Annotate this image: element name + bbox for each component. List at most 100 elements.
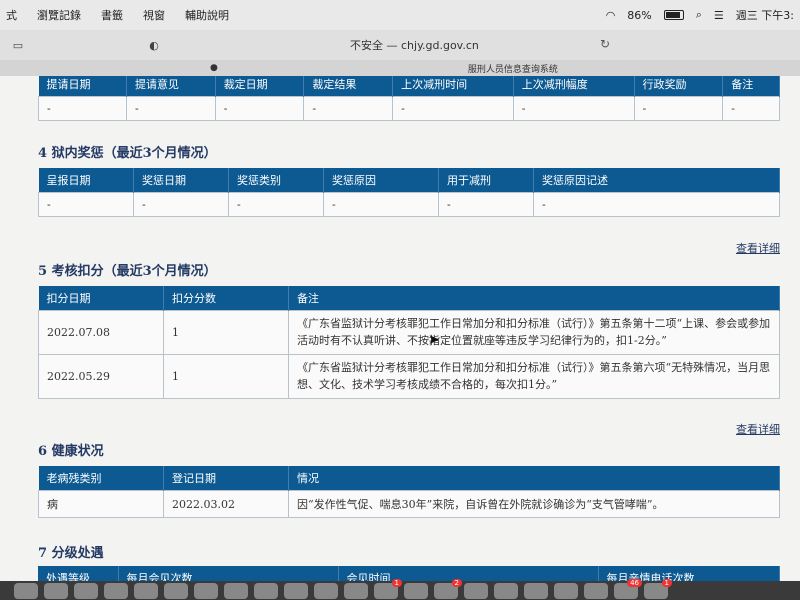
dock-app-icon[interactable]: [284, 582, 308, 599]
dock-app-icon[interactable]: [254, 582, 278, 599]
table-cell: -: [633, 96, 724, 121]
dock-app-icon[interactable]: [314, 582, 338, 599]
table-cell: -: [323, 192, 439, 217]
address-bar[interactable]: 不安全 — chjy.gd.gov.cn: [350, 37, 479, 53]
table-cell: -: [228, 192, 324, 217]
col-header: 登记日期: [163, 466, 289, 491]
notification-badge: 2: [451, 578, 462, 587]
dock-app-icon[interactable]: [14, 582, 38, 599]
clock[interactable]: 週三 下午3:: [736, 7, 794, 23]
table-cell: -: [512, 96, 635, 121]
menu-item-window[interactable]: 視窗: [143, 7, 165, 23]
dock-app-icon[interactable]: [494, 582, 518, 599]
col-header: 裁定结果: [303, 76, 394, 97]
notification-badge: 1: [391, 578, 402, 587]
table-row: 病 2022.03.02 因“发作性气促、喘息30年”来院，自诉曾在外院就诊确诊…: [38, 490, 780, 518]
section-title-rewards: 4 狱内奖惩（最近3个月情况）: [38, 146, 217, 161]
dock-app-icon[interactable]: [464, 582, 488, 599]
dock-app-icon[interactable]: [224, 582, 248, 599]
control-center-icon[interactable]: ☰: [714, 9, 724, 22]
table-rewards: 呈报日期 奖惩日期 奖惩类别 奖惩原因 用于减刑 奖惩原因记述 - - - - …: [38, 168, 780, 217]
table-cell: 因“发作性气促、喘息30年”来院，自诉曾在外院就诊确诊为“支气管哮喘”。: [288, 490, 780, 518]
table-cell: 《广东省监狱计分考核罪犯工作日常加分和扣分标准（试行）》第五条第十二项“上课、参…: [288, 310, 780, 355]
dock-app-icon[interactable]: 1: [644, 578, 672, 599]
privacy-shield-icon[interactable]: ◐: [146, 38, 162, 52]
dock-app-icon[interactable]: 46: [614, 578, 642, 599]
table-cell: -: [533, 192, 780, 217]
table-cell: 2022.05.29: [38, 354, 164, 399]
sidebar-toggle-icon[interactable]: ▭: [10, 38, 26, 52]
table-row: 2022.07.08 1 《广东省监狱计分考核罪犯工作日常加分和扣分标准（试行）…: [38, 310, 780, 355]
dock-app-icon[interactable]: [584, 582, 608, 599]
table-cell: -: [438, 192, 534, 217]
col-header: 奖惩类别: [228, 168, 324, 193]
col-header: 用于减刑: [438, 168, 534, 193]
table-header-row: 老病残类别 登记日期 情况: [38, 466, 780, 491]
status-area: ◠ 86% ⌕ ☰ 週三 下午3:: [606, 7, 794, 23]
col-header: 情况: [288, 466, 780, 491]
col-header: 奖惩原因记述: [533, 168, 780, 193]
tab-left[interactable]: ●: [210, 63, 218, 73]
menu-item-history[interactable]: 瀏覽記錄: [37, 7, 81, 23]
col-header: 会见时间: [338, 566, 599, 581]
wifi-icon[interactable]: ◠: [606, 9, 616, 22]
table-health: 老病残类别 登记日期 情况 病 2022.03.02 因“发作性气促、喘息30年…: [38, 466, 780, 518]
table-cell: -: [133, 192, 229, 217]
table-cell: -: [125, 96, 216, 121]
menu-item-bookmarks[interactable]: 書籤: [101, 7, 123, 23]
table-row: - - - - - -: [38, 192, 780, 217]
col-header: 行政奖励: [634, 76, 724, 97]
table-cell: 2022.07.08: [38, 310, 164, 355]
dock-app-icon[interactable]: 2: [434, 578, 462, 599]
dock-app-icon[interactable]: [164, 582, 188, 599]
tab-active[interactable]: 服刑人员信息查询系统: [468, 62, 558, 75]
col-header: 奖惩日期: [133, 168, 229, 193]
dock-app-icon[interactable]: [74, 582, 98, 599]
browser-toolbar: ▭ ◐ 不安全 — chjy.gd.gov.cn ↻: [0, 30, 800, 60]
page-content: 提请日期 提请意见 裁定日期 裁定结果 上次减刑时间 上次减刑幅度 行政奖励 备…: [0, 76, 800, 581]
col-header: 每月亲情电话次数: [598, 566, 780, 581]
table-header-row: 呈报日期 奖惩日期 奖惩类别 奖惩原因 用于减刑 奖惩原因记述: [38, 168, 780, 193]
col-header: 备注: [722, 76, 780, 97]
table-header-row: 扣分日期 扣分分数 备注: [38, 286, 780, 311]
dock-app-icon[interactable]: [554, 582, 578, 599]
col-header: 裁定日期: [215, 76, 305, 97]
col-header: 每月会见次数: [118, 566, 339, 581]
menu-item-format[interactable]: 式: [6, 7, 17, 23]
section-title-health: 6 健康状况: [38, 444, 104, 459]
view-details-link-rewards[interactable]: 查看详细: [736, 240, 780, 256]
table-cell: 《广东省监狱计分考核罪犯工作日常加分和扣分标准（试行）》第五条第六项“无特殊情况…: [288, 354, 780, 399]
col-header: 上次减刑幅度: [513, 76, 635, 97]
col-header: 提请意见: [126, 76, 216, 97]
col-header: 备注: [288, 286, 780, 311]
dock-app-icon[interactable]: [194, 582, 218, 599]
dock-app-icon[interactable]: [524, 582, 548, 599]
dock-app-icon[interactable]: 1: [374, 578, 402, 599]
menu-bar: 式 瀏覽記錄 書籤 視窗 輔助說明 ◠ 86% ⌕ ☰ 週三 下午3:: [0, 0, 800, 30]
dock-app-icon[interactable]: [404, 582, 428, 599]
table-cell: -: [38, 96, 127, 121]
col-header: 老病残类别: [38, 466, 164, 491]
view-details-link-deductions[interactable]: 查看详细: [736, 421, 780, 437]
search-icon[interactable]: ⌕: [696, 8, 702, 22]
table-cell: -: [303, 96, 394, 121]
col-header: 提请日期: [38, 76, 127, 97]
table-sentence-reduction: 提请日期 提请意见 裁定日期 裁定结果 上次减刑时间 上次减刑幅度 行政奖励 备…: [38, 76, 780, 121]
notification-badge: 1: [661, 578, 672, 587]
dock-app-icon[interactable]: [134, 582, 158, 599]
table-cell: -: [722, 96, 780, 121]
col-header: 奖惩原因: [323, 168, 439, 193]
table-deductions: 扣分日期 扣分分数 备注 2022.07.08 1 《广东省监狱计分考核罪犯工作…: [38, 286, 780, 399]
table-row: 2022.05.29 1 《广东省监狱计分考核罪犯工作日常加分和扣分标准（试行）…: [38, 354, 780, 399]
dock-app-icon[interactable]: [344, 582, 368, 599]
section-title-deductions: 5 考核扣分（最近3个月情况）: [38, 264, 217, 279]
table-cell: 1: [163, 354, 289, 399]
table-cell: -: [38, 192, 134, 217]
tab-strip: ● 服刑人员信息查询系统: [0, 60, 800, 76]
notification-badge: 46: [627, 578, 642, 587]
dock-app-icon[interactable]: [44, 582, 68, 599]
menu-item-help[interactable]: 輔助說明: [185, 7, 229, 23]
reload-icon[interactable]: ↻: [600, 37, 610, 51]
dock-app-icon[interactable]: [104, 582, 128, 599]
battery-icon[interactable]: [663, 10, 684, 20]
